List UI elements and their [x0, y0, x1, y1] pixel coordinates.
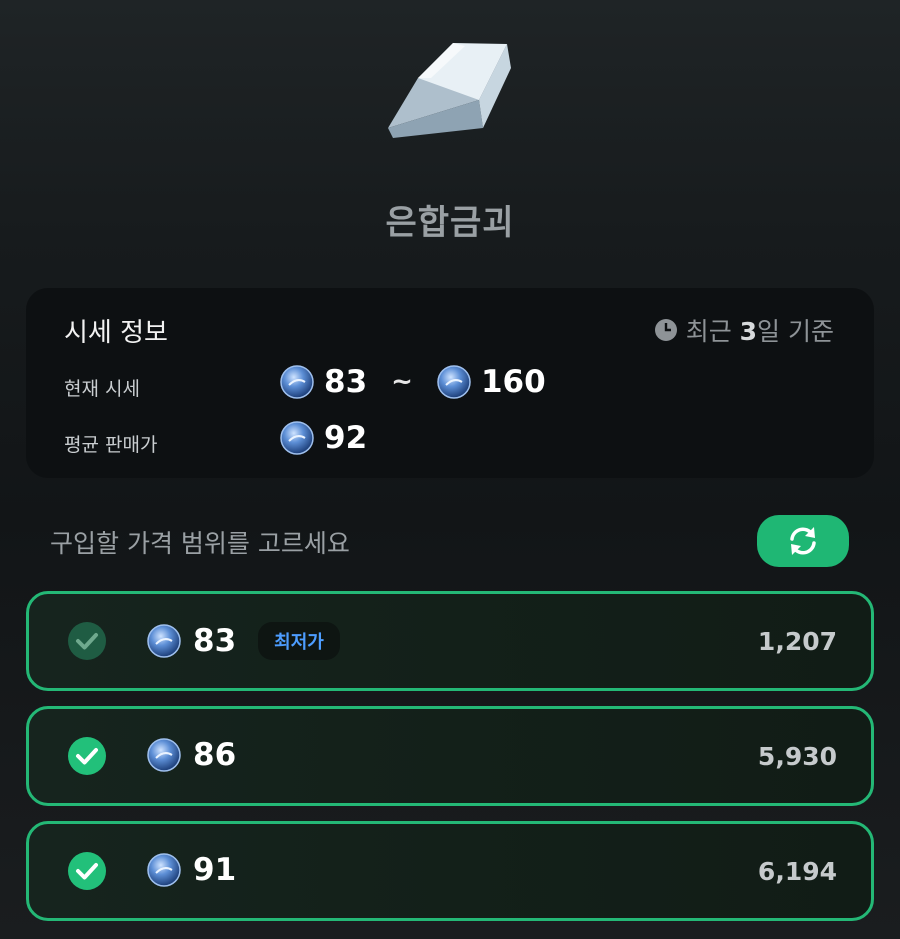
option-price: 83 최저가 [147, 622, 340, 660]
price-option-2[interactable]: 91 6,194 [26, 821, 874, 921]
option-price-value: 86 [193, 737, 237, 773]
clock-icon [654, 319, 677, 341]
check-icon[interactable] [67, 736, 107, 776]
average-price-value: 92 [324, 420, 368, 456]
silver-ingot-icon [388, 43, 511, 138]
current-price-max: 160 [480, 364, 546, 400]
range-separator: ~ [391, 367, 413, 397]
lowest-price-badge: 최저가 [258, 622, 340, 660]
market-info-card: 시세 정보 최근 3일 기준 현재 시세 83 ~ 160 평균 판매가 92 [26, 288, 874, 478]
check-icon[interactable] [67, 851, 107, 891]
item-name: 은합금괴 [385, 203, 515, 243]
refresh-icon [790, 527, 816, 555]
option-price: 91 [147, 852, 236, 888]
option-quantity: 6,194 [757, 857, 837, 886]
average-price-label: 평균 판매가 [64, 434, 158, 456]
market-info-title: 시세 정보 [64, 318, 168, 348]
coin-icon [280, 421, 314, 455]
price-range-prompt: 구입할 가격 범위를 고르세요 [50, 529, 350, 558]
current-price-label: 현재 시세 [64, 378, 140, 400]
option-quantity: 1,207 [757, 627, 837, 656]
basis-days: 3 [739, 317, 758, 346]
coin-icon [437, 365, 471, 399]
coin-icon [147, 853, 181, 887]
average-price: 92 [280, 420, 367, 456]
current-price-range: 83 ~ 160 [280, 364, 546, 400]
check-icon[interactable] [67, 621, 107, 661]
price-option-1[interactable]: 86 5,930 [26, 706, 874, 806]
market-info-basis: 최근 3일 기준 [654, 312, 834, 348]
option-price-value: 83 [193, 623, 237, 659]
current-price-min: 83 [324, 364, 368, 400]
refresh-button[interactable] [757, 515, 849, 567]
option-price-value: 91 [193, 852, 237, 888]
option-quantity: 5,930 [757, 742, 837, 771]
option-price: 86 [147, 737, 236, 773]
price-option-0[interactable]: 83 최저가 1,207 [26, 591, 874, 691]
coin-icon [147, 624, 181, 658]
coin-icon [280, 365, 314, 399]
coin-icon [147, 738, 181, 772]
